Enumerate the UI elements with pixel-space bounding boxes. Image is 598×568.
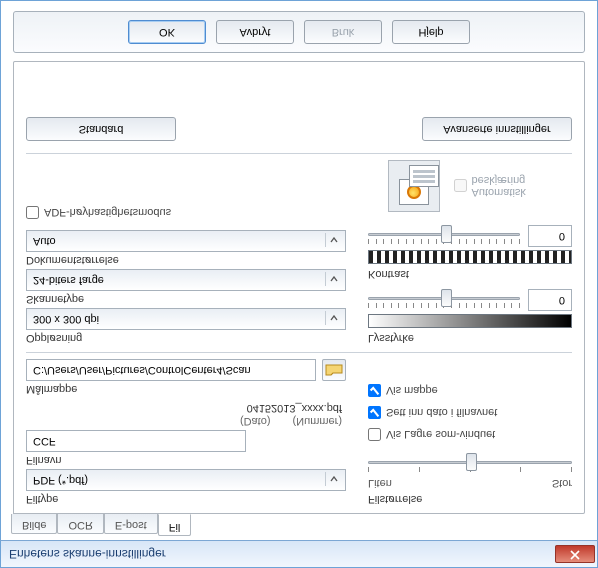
close-icon: [570, 548, 580, 561]
vis-mappe-checkbox[interactable]: Vis mappe: [368, 384, 572, 397]
advanced-settings-label: Avanserte innstillinger: [443, 123, 550, 135]
advanced-settings-button[interactable]: Avanserte innstillinger: [422, 117, 572, 141]
browse-folder-button[interactable]: [322, 359, 346, 381]
filnavn-input[interactable]: CCF: [26, 430, 246, 452]
lysstyrke-value-box[interactable]: 0: [528, 289, 572, 311]
divider-1: [26, 352, 572, 353]
sett-inn-dato-label: Sett inn dato i filnavnet: [386, 407, 497, 419]
sett-inn-dato-check-input[interactable]: [368, 406, 381, 419]
filename-pattern-headers: (Dato) (Nummer): [26, 415, 346, 427]
apply-button[interactable]: Bruk: [304, 20, 382, 44]
titlebar-title: Enhetens skanne-innstillinger: [9, 547, 555, 561]
tab-ocr[interactable]: OCR: [57, 514, 103, 534]
dialog-window: Enhetens skanne-innstillinger Bilde OCR …: [0, 0, 598, 568]
filesize-label: Filstørrelse: [368, 493, 572, 505]
skannetype-select[interactable]: 24-biters farge: [26, 269, 346, 291]
opplosning-select[interactable]: 300 x 300 dpi: [26, 308, 346, 330]
filnavn-row: CCF: [26, 430, 346, 452]
skannetype-label: Skannetype: [26, 293, 346, 305]
kontrast-value-box[interactable]: 0: [528, 225, 572, 247]
right-upper-column: Filstørrelse Liten Stor Vis Lagre som-vi…: [368, 359, 572, 507]
filesize-small-label: Liten: [368, 477, 392, 489]
tab-fil[interactable]: Fil: [158, 514, 192, 536]
dokstor-label: Dokumentstørrelse: [26, 254, 346, 266]
kontrast-value: 0: [559, 230, 565, 242]
vis-mappe-label: Vis mappe: [386, 385, 438, 397]
filtype-select[interactable]: PDF (*.pdf): [26, 469, 346, 491]
tab-bilde[interactable]: Bilde: [11, 514, 57, 534]
opplosning-value: 300 x 300 dpi: [33, 313, 99, 325]
kontrast-label: Kontrast: [368, 268, 572, 280]
filename-example: 04152013_xxxx.pdf: [26, 402, 346, 414]
footer-button-bar: OK Avbryt Bruk Hjelp: [13, 11, 585, 53]
chevron-down-icon: [325, 472, 341, 486]
sett-inn-dato-checkbox[interactable]: Sett inn dato i filnavnet: [368, 406, 572, 419]
bottom-button-row: Standard Avanserte innstillinger: [26, 117, 572, 141]
standard-button[interactable]: Standard: [26, 117, 176, 141]
filesize-large-label: Stor: [552, 477, 572, 489]
filnavn-label: Filnavn: [26, 454, 346, 466]
filtype-value: PDF (*.pdf): [33, 474, 88, 486]
client-area: Bilde OCR E-post Fil Filtype PDF (*.pdf)…: [0, 0, 598, 540]
adf-check-input[interactable]: [26, 206, 39, 219]
vis-mappe-check-input[interactable]: [368, 384, 381, 397]
lysstyrke-label: Lysstyrke: [368, 332, 572, 344]
close-button[interactable]: [555, 545, 595, 563]
filesize-ends: Liten Stor: [368, 477, 572, 489]
filesize-slider[interactable]: [368, 454, 572, 474]
document-icon: [409, 165, 439, 187]
adf-label: ADF-høyhastighetsmodus: [44, 207, 171, 219]
lysstyrke-gradient: [368, 314, 572, 328]
help-label: Hjelp: [418, 26, 443, 38]
auto-crop-check-input: [454, 180, 467, 193]
left-lower-column: Oppløsning 300 x 300 dpi Skannetype 24-b…: [26, 160, 346, 346]
lower-columns: Oppløsning 300 x 300 dpi Skannetype 24-b…: [26, 160, 572, 346]
kontrast-slider[interactable]: [368, 226, 520, 246]
titlebar: Enhetens skanne-innstillinger: [0, 540, 598, 568]
malmappe-value: C:/Users/User/Pictures/ControlCenter4/Sc…: [33, 364, 251, 376]
kontrast-gradient: [368, 250, 572, 264]
vis-lagre-label: Vis Lagre som-vinduet: [386, 429, 495, 441]
filtype-label: Filtype: [26, 493, 346, 505]
lysstyrke-slider[interactable]: [368, 290, 520, 310]
cancel-label: Avbryt: [240, 26, 271, 38]
lysstyrke-row: 0: [368, 289, 572, 311]
malmappe-label: Målmappe: [26, 383, 346, 395]
ok-button[interactable]: OK: [128, 20, 206, 44]
malmappe-row: C:/Users/User/Pictures/ControlCenter4/Sc…: [26, 359, 346, 381]
filnavn-value: CCF: [33, 435, 56, 447]
adf-checkbox[interactable]: ADF-høyhastighetsmodus: [26, 206, 346, 219]
auto-crop-checkbox[interactable]: Automatisk beskjæring: [454, 174, 573, 198]
cancel-button[interactable]: Avbryt: [216, 20, 294, 44]
lysstyrke-value: 0: [559, 294, 565, 306]
ok-label: OK: [159, 26, 175, 38]
dato-header: (Dato): [240, 415, 271, 427]
nummer-header: (Nummer): [293, 415, 343, 427]
right-lower-column: Lysstyrke 0 Kontrast: [368, 160, 572, 346]
chevron-down-icon: [325, 272, 341, 286]
malmappe-input[interactable]: C:/Users/User/Pictures/ControlCenter4/Sc…: [26, 359, 316, 381]
dokstor-value: Auto: [33, 235, 56, 247]
skannetype-value: 24-biters farge: [33, 274, 104, 286]
vis-lagre-check-input[interactable]: [368, 428, 381, 441]
folder-icon: [325, 362, 343, 379]
tab-panel-fil: Filtype PDF (*.pdf) Filnavn CCF (Dato): [13, 61, 585, 514]
left-column: Filtype PDF (*.pdf) Filnavn CCF (Dato): [26, 359, 346, 507]
vis-lagre-checkbox[interactable]: Vis Lagre som-vinduet: [368, 428, 572, 441]
apply-label: Bruk: [332, 26, 355, 38]
kontrast-row: 0: [368, 225, 572, 247]
standard-button-label: Standard: [79, 123, 124, 135]
chevron-down-icon: [325, 233, 341, 247]
tab-epost[interactable]: E-post: [104, 514, 158, 534]
tabstrip: Bilde OCR E-post Fil: [11, 514, 585, 536]
preview-thumbnail: [388, 160, 440, 212]
help-button[interactable]: Hjelp: [392, 20, 470, 44]
auto-crop-label: Automatisk beskjæring: [472, 174, 573, 198]
upper-columns: Filtype PDF (*.pdf) Filnavn CCF (Dato): [26, 359, 572, 507]
dokstor-select[interactable]: Auto: [26, 230, 346, 252]
chevron-down-icon: [325, 311, 341, 325]
auto-crop-row: Automatisk beskjæring: [368, 160, 572, 212]
divider-2: [26, 153, 572, 154]
opplosning-label: Oppløsning: [26, 332, 346, 344]
